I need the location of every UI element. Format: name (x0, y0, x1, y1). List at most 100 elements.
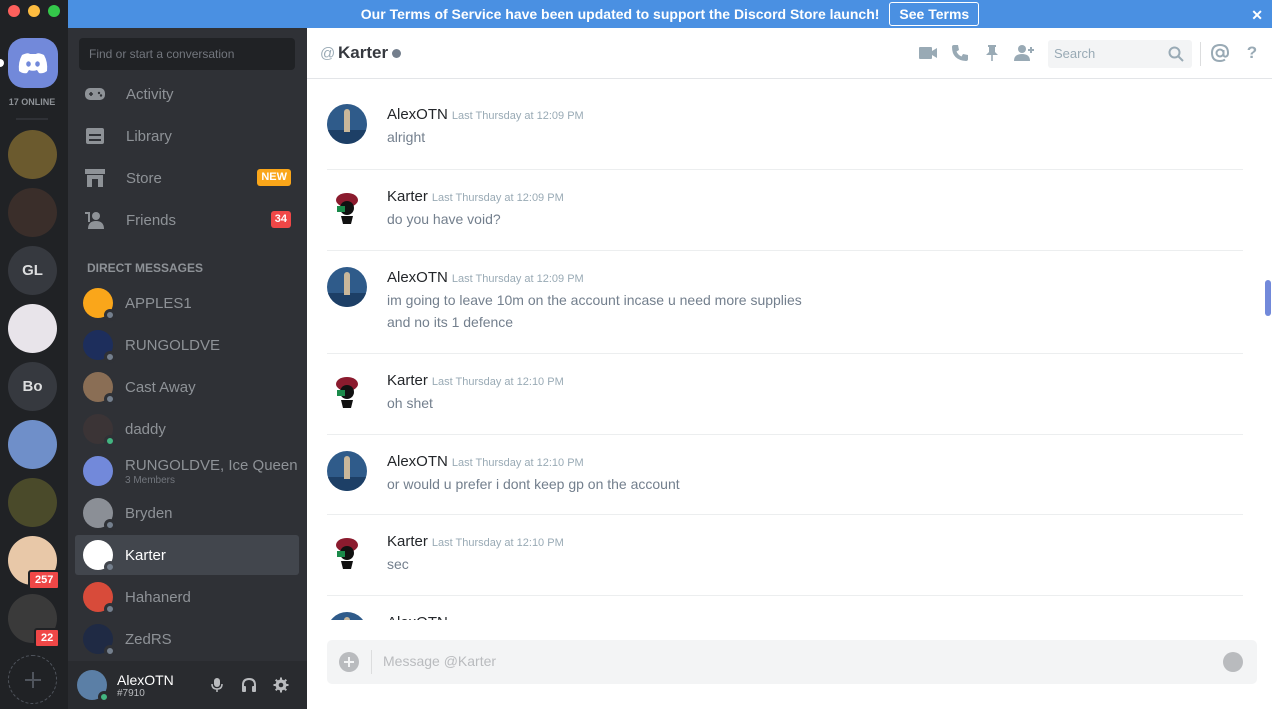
server-icon[interactable]: GL (8, 246, 57, 295)
avatar[interactable] (327, 104, 367, 144)
upload-plus-icon[interactable] (339, 652, 359, 672)
message-author[interactable]: AlexOTN Last Thursday at 12:09 PM (387, 269, 584, 286)
chat-header: @ Karter Search ? (307, 28, 1272, 79)
dm-item[interactable]: ZedRS (75, 619, 299, 659)
avatar[interactable] (327, 451, 367, 491)
timestamp: Last Thursday at 12:09 PM (451, 110, 584, 122)
avatar[interactable] (327, 370, 367, 410)
server-icon[interactable] (8, 188, 57, 237)
status-dot (104, 519, 116, 531)
server-initials: GL (22, 262, 43, 279)
dm-name: Karter (125, 546, 166, 564)
window-zoom-button[interactable] (48, 5, 60, 17)
message-composer: Message @Karter (327, 640, 1257, 684)
message-author[interactable]: AlexOTN Last Thursday at 12:09 PM (387, 106, 584, 123)
author-name[interactable]: AlexOTN (387, 269, 448, 286)
dm-item[interactable]: RUNGOLDVE (75, 325, 299, 365)
dm-name: Hahanerd (125, 588, 191, 606)
close-icon[interactable]: ✕ (1251, 7, 1263, 24)
timestamp: Last Thursday at 12:10 PM (431, 537, 564, 549)
message-author[interactable]: Karter Last Thursday at 12:10 PM (387, 533, 564, 550)
server-icon[interactable] (8, 478, 57, 527)
nav-activity-label: Activity (126, 85, 174, 103)
message-input[interactable]: Message @Karter (383, 653, 496, 669)
message-author[interactable]: Karter Last Thursday at 12:10 PM (387, 372, 564, 389)
server-initials: Bo (22, 378, 43, 395)
see-terms-button[interactable]: See Terms (889, 2, 980, 26)
user-panel: AlexOTN #7910 (68, 661, 307, 709)
friends-icon (84, 209, 106, 231)
headphones-icon[interactable] (240, 676, 258, 694)
plus-icon (24, 671, 41, 688)
message: Karter Last Thursday at 12:10 PM oh shet (327, 353, 1243, 434)
message-author[interactable]: AlexOTN Last Thursday at 12:10 PM (387, 453, 584, 470)
dm-item[interactable]: APPLES1 (75, 283, 299, 323)
window-minimize-button[interactable] (28, 5, 40, 17)
nav-library-label: Library (126, 127, 172, 145)
author-name[interactable]: AlexOTN (387, 453, 448, 470)
pin-icon[interactable] (981, 42, 1003, 64)
window-close-button[interactable] (8, 5, 20, 17)
server-icon[interactable] (8, 420, 57, 469)
direct-messages-header: DIRECT MESSAGES (87, 261, 204, 275)
author-name[interactable]: Karter (387, 533, 428, 550)
at-symbol: @ (320, 45, 336, 62)
avatar (83, 414, 116, 447)
server-rail: 17 ONLINE GL Bo 257 22 (0, 0, 68, 709)
nav-friends[interactable]: Friends 34 (76, 200, 299, 240)
composer-divider (371, 650, 372, 674)
header-divider (1200, 42, 1201, 66)
video-call-icon[interactable] (917, 42, 939, 64)
author-name[interactable]: AlexOTN (387, 106, 448, 123)
avatar[interactable] (327, 531, 367, 571)
server-icon[interactable]: Bo (8, 362, 57, 411)
avatar (83, 582, 116, 615)
discord-logo-icon (18, 53, 48, 74)
message-text: do you have void? (387, 211, 501, 227)
avatar (83, 540, 116, 573)
avatar[interactable] (327, 612, 367, 620)
message-text: and no its 1 defence (387, 314, 514, 330)
message-text: oh shet (387, 395, 433, 411)
dm-item[interactable]: Karter (75, 535, 299, 575)
microphone-icon[interactable] (208, 676, 226, 694)
server-icon[interactable] (8, 130, 57, 179)
add-friend-icon[interactable] (1013, 42, 1035, 64)
mentions-icon[interactable] (1209, 42, 1231, 64)
scrollbar[interactable] (1265, 280, 1271, 316)
dm-item[interactable]: Hahanerd (75, 577, 299, 617)
dm-item[interactable]: Cast Away (75, 367, 299, 407)
avatar[interactable] (327, 267, 367, 307)
gear-icon[interactable] (272, 676, 290, 694)
dm-item[interactable]: RUNGOLDVE, Ice Queen 3 Members (75, 451, 299, 491)
add-server-button[interactable] (8, 655, 57, 704)
home-button[interactable] (8, 38, 58, 88)
find-conversation-input[interactable]: Find or start a conversation (79, 38, 295, 70)
nav-store[interactable]: Store NEW (76, 158, 299, 198)
chat-area: @ Karter Search ? AlexOTN Last Thursday a… (307, 28, 1272, 709)
help-icon[interactable]: ? (1241, 42, 1263, 64)
server-icon[interactable] (8, 304, 57, 353)
dm-name: APPLES1 (125, 294, 192, 312)
nav-library[interactable]: Library (76, 116, 299, 156)
nav-activity[interactable]: Activity (76, 74, 299, 114)
avatar (83, 624, 116, 657)
dm-name: Bryden (125, 504, 173, 522)
message: AlexOTN Last Thursday at 12:09 PM alright (327, 88, 1243, 169)
channel-sidebar: Find or start a conversation Activity Li… (68, 28, 307, 709)
dm-item[interactable]: Bryden (75, 493, 299, 533)
author-name[interactable]: AlexOTN (387, 614, 448, 620)
voice-call-icon[interactable] (949, 42, 971, 64)
avatar[interactable] (327, 186, 367, 226)
message: AlexOTN (327, 595, 1243, 620)
status-dot (104, 435, 116, 447)
message-author[interactable]: Karter Last Thursday at 12:09 PM (387, 188, 564, 205)
author-name[interactable]: Karter (387, 188, 428, 205)
dm-name: RUNGOLDVE, Ice Queen (125, 456, 298, 474)
search-icon[interactable] (1165, 43, 1187, 65)
dm-item[interactable]: daddy (75, 409, 299, 449)
avatar[interactable] (77, 670, 110, 703)
author-name[interactable]: Karter (387, 372, 428, 389)
avatar (83, 330, 116, 363)
emoji-picker-icon[interactable] (1223, 652, 1243, 672)
